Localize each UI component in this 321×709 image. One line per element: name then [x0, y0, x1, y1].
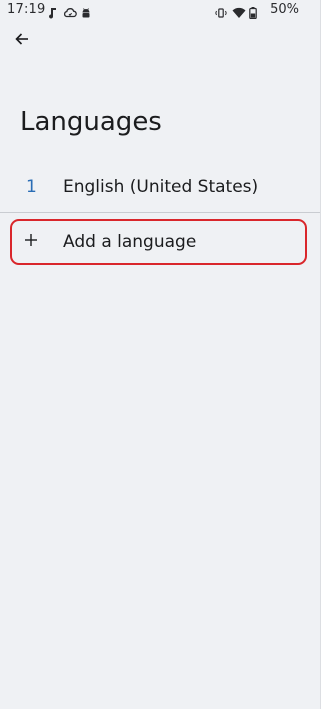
status-left-icons [46, 3, 92, 19]
language-list-item[interactable]: 1 English (United States) [0, 164, 321, 210]
plus-icon [22, 229, 40, 251]
cloud-sync-icon [63, 4, 77, 18]
add-language-label: Add a language [63, 232, 197, 252]
add-language-button[interactable]: Add a language [10, 219, 307, 265]
status-time: 17:19 [7, 2, 46, 17]
arrow-left-icon [14, 31, 30, 51]
status-bar: 17:19 50% [0, 0, 321, 22]
list-divider [0, 212, 321, 213]
music-note-icon [46, 4, 58, 19]
language-name: English (United States) [63, 177, 259, 197]
back-button[interactable] [8, 28, 36, 54]
languages-screen: 17:19 50% Languages 1 English (United St… [0, 0, 321, 709]
android-icon [80, 4, 92, 18]
wifi-icon [232, 4, 246, 18]
status-right-icons [215, 3, 261, 20]
page-title: Languages [20, 107, 162, 137]
battery-percent: 50% [270, 2, 299, 17]
battery-icon [249, 4, 261, 20]
vibrate-icon [215, 4, 227, 18]
language-index: 1 [26, 177, 37, 197]
